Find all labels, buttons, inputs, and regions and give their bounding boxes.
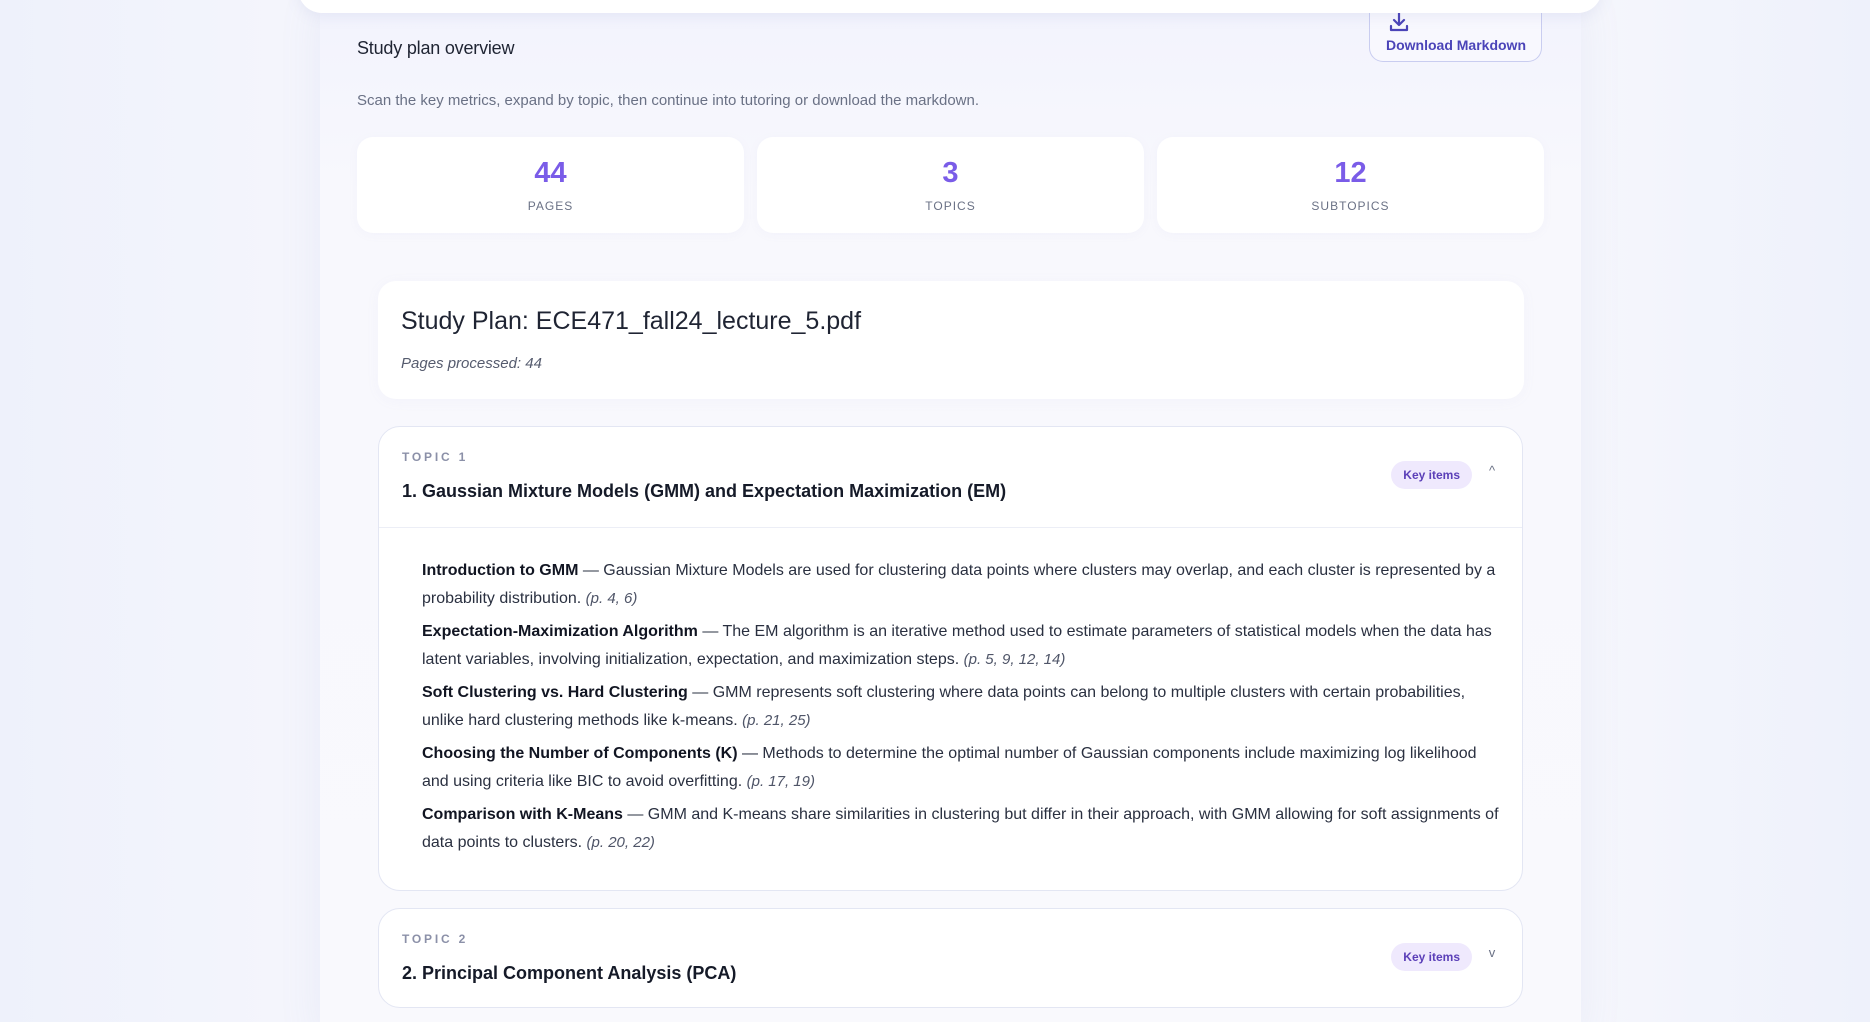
divider (379, 527, 1522, 528)
subtopic-term: Choosing the Number of Components (K) (422, 745, 738, 762)
download-icon (1389, 11, 1409, 32)
topic-title[interactable]: 2. Principal Component Analysis (PCA) (402, 963, 736, 984)
stat-value: 12 (1334, 157, 1367, 189)
chevron-down-icon[interactable]: v (1484, 945, 1500, 961)
subtopic-description: — Gaussian Mixture Models are used for c… (422, 562, 1496, 607)
subtopic-pages: (p. 5, 9, 12, 14) (963, 651, 1066, 668)
top-card-edge (298, 0, 1602, 13)
stat-label: TOPICS (925, 199, 976, 213)
page-title: Study plan overview (357, 38, 515, 58)
stat-card-topics: 3 TOPICS (757, 137, 1144, 233)
plan-title: Study Plan: ECE471_fall24_lecture_5.pdf (401, 307, 862, 335)
stat-card-subtopics: 12 SUBTOPICS (1157, 137, 1544, 233)
subtopic-term: Soft Clustering vs. Hard Clustering (422, 684, 688, 701)
download-markdown-label: Download Markdown (1386, 37, 1526, 53)
subtopic-term: Introduction to GMM (422, 562, 579, 579)
pages-processed: Pages processed: 44 (401, 355, 542, 372)
plan-header-card (378, 281, 1524, 399)
topic-card-2: TOPIC 2 2. Principal Component Analysis … (378, 908, 1523, 1008)
topic-title[interactable]: 1. Gaussian Mixture Models (GMM) and Exp… (402, 481, 1006, 502)
subtopic-pages: (p. 20, 22) (586, 834, 655, 851)
subtopic-item: Introduction to GMM — Gaussian Mixture M… (422, 557, 1500, 613)
key-items-badge: Key items (1391, 461, 1472, 489)
topic-eyebrow: TOPIC 1 (402, 450, 469, 464)
stat-value: 44 (534, 157, 567, 189)
subtopic-item: Expectation-Maximization Algorithm — The… (422, 618, 1500, 674)
stat-value: 3 (942, 157, 959, 189)
subtopic-item: Comparison with K-Means — GMM and K-mean… (422, 801, 1500, 857)
topic-card-1: TOPIC 1 1. Gaussian Mixture Models (GMM)… (378, 426, 1523, 891)
stat-card-pages: 44 PAGES (357, 137, 744, 233)
chevron-up-icon[interactable]: ^ (1484, 463, 1500, 479)
subtopic-item: Choosing the Number of Components (K) — … (422, 740, 1500, 796)
subtopic-list: Introduction to GMM — Gaussian Mixture M… (422, 557, 1500, 862)
key-items-badge: Key items (1391, 943, 1472, 971)
subtopic-pages: (p. 17, 19) (746, 773, 815, 790)
subtopic-pages: (p. 21, 25) (742, 712, 811, 729)
subtopic-term: Comparison with K-Means (422, 806, 623, 823)
subtopic-item: Soft Clustering vs. Hard Clustering — GM… (422, 679, 1500, 735)
overview-subtitle: Scan the key metrics, expand by topic, t… (357, 92, 980, 109)
topic-eyebrow: TOPIC 2 (402, 932, 469, 946)
stat-label: SUBTOPICS (1311, 199, 1390, 213)
subtopic-pages: (p. 4, 6) (585, 590, 638, 607)
stat-label: PAGES (527, 199, 574, 213)
subtopic-term: Expectation-Maximization Algorithm (422, 623, 698, 640)
